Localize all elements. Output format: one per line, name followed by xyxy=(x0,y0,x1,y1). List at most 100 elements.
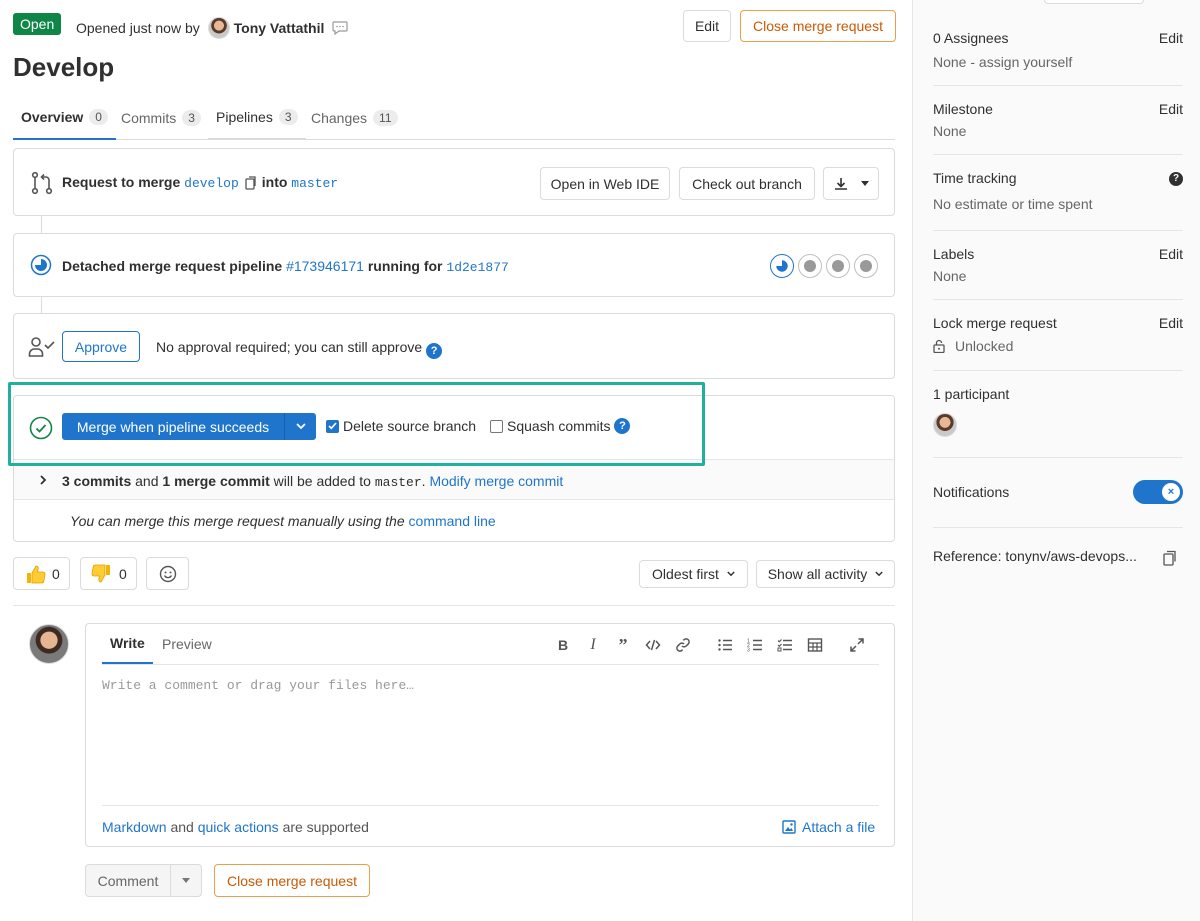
commits-summary-row[interactable]: 3 commits and 1 merge commit will be add… xyxy=(14,459,894,500)
stage-created-icon[interactable] xyxy=(826,254,850,278)
sidebar-top-button[interactable] xyxy=(1044,0,1144,4)
approval-message: No approval required; you can still appr… xyxy=(156,339,423,355)
labels-title: Labels xyxy=(933,246,975,262)
code-icon[interactable] xyxy=(644,636,662,654)
markdown-link[interactable]: Markdown xyxy=(102,819,167,835)
merge-when-pipeline-succeeds-button[interactable]: Merge when pipeline succeeds xyxy=(62,413,284,440)
time-tracking-help-icon[interactable]: ? xyxy=(1169,172,1183,186)
command-line-link[interactable]: command line xyxy=(409,513,496,529)
target-branch[interactable]: master xyxy=(291,176,338,191)
target-branch-name: master xyxy=(374,475,422,490)
modify-merge-commit-link[interactable]: Modify merge commit xyxy=(429,473,563,489)
thumbs-down-award[interactable]: 0 xyxy=(80,557,137,590)
manual-merge-text: You can merge this merge request manuall… xyxy=(70,513,496,529)
author-avatar[interactable] xyxy=(207,17,230,39)
lock-value: Unlocked xyxy=(933,338,1013,354)
tab-overview-label: Overview xyxy=(21,109,84,125)
comment-editor: Write Preview B I ” 123 Write a comment … xyxy=(85,623,895,847)
tab-commits[interactable]: Commits 3 xyxy=(121,96,201,140)
help-icon[interactable]: ? xyxy=(614,418,631,434)
period: . xyxy=(421,473,426,489)
add-reaction-button[interactable] xyxy=(146,557,189,590)
source-branch[interactable]: develop xyxy=(184,176,239,191)
commit-sha-link[interactable]: 1d2e1877 xyxy=(446,260,508,275)
attach-file-button[interactable]: Attach a file xyxy=(782,819,875,835)
help-icon[interactable]: ? xyxy=(426,343,443,359)
stage-created-icon[interactable] xyxy=(798,254,822,278)
smiley-icon xyxy=(159,565,176,582)
assign-yourself-link[interactable]: None - assign yourself xyxy=(933,54,1072,70)
tab-overview[interactable]: Overview 0 xyxy=(13,96,116,140)
pipeline-running-icon[interactable] xyxy=(30,254,52,276)
checkbox-unchecked-icon[interactable] xyxy=(490,419,503,433)
time-tracking-title: Time tracking xyxy=(933,170,1017,186)
assignees-edit-link[interactable]: Edit xyxy=(1159,30,1183,46)
download-dropdown-button[interactable] xyxy=(823,167,879,200)
sort-order-dropdown[interactable]: Oldest first xyxy=(639,560,748,588)
approve-button[interactable]: Approve xyxy=(62,331,140,362)
tab-commits-label: Commits xyxy=(121,110,177,126)
stage-running-icon[interactable] xyxy=(770,254,794,278)
checkbox-checked-icon[interactable] xyxy=(326,419,339,433)
bullet-list-icon[interactable] xyxy=(716,636,734,654)
squash-commits-checkbox[interactable]: Squash commits? xyxy=(490,418,631,434)
fullscreen-icon[interactable] xyxy=(848,636,866,654)
quote-icon[interactable]: ” xyxy=(614,635,632,655)
comment-bubble-icon xyxy=(332,21,348,35)
tab-pipelines[interactable]: Pipelines 3 xyxy=(208,96,306,140)
comment-type-dropdown[interactable] xyxy=(170,864,202,897)
task-list-icon[interactable] xyxy=(776,636,794,654)
table-icon[interactable] xyxy=(806,636,824,654)
lock-open-icon xyxy=(933,339,945,353)
copy-icon[interactable] xyxy=(245,176,257,190)
italic-icon[interactable]: I xyxy=(584,636,602,654)
lock-edit-link[interactable]: Edit xyxy=(1159,315,1183,331)
lock-title: Lock merge request xyxy=(933,315,1057,331)
copy-icon[interactable] xyxy=(1163,550,1177,566)
author-name[interactable]: Tony Vattathil xyxy=(234,20,325,36)
stage-created-icon[interactable] xyxy=(854,254,878,278)
thumbs-down-icon xyxy=(91,564,110,582)
tab-changes[interactable]: Changes 11 xyxy=(311,96,398,140)
check-circle-icon xyxy=(29,416,53,440)
labels-edit-link[interactable]: Edit xyxy=(1159,246,1183,262)
page-title: Develop xyxy=(13,52,115,82)
approval-user-icon xyxy=(28,337,55,357)
delete-source-branch-checkbox[interactable]: Delete source branch xyxy=(326,418,476,434)
thumbs-up-count: 0 xyxy=(52,565,60,582)
tab-commits-count: 3 xyxy=(182,110,201,126)
current-user-avatar[interactable] xyxy=(29,624,69,664)
close-merge-request-button[interactable]: Close merge request xyxy=(214,864,370,897)
close-icon: × xyxy=(1162,483,1180,501)
attach-file-label: Attach a file xyxy=(802,819,876,835)
thumbs-up-award[interactable]: 0 xyxy=(13,557,70,590)
numbered-list-icon[interactable]: 123 xyxy=(746,636,764,654)
participant-avatar[interactable] xyxy=(933,413,957,437)
pipeline-id-link[interactable]: #173946171 xyxy=(286,258,364,274)
tab-pipelines-count: 3 xyxy=(278,109,298,125)
bold-icon[interactable]: B xyxy=(554,636,572,654)
open-web-ide-button[interactable]: Open in Web IDE xyxy=(540,167,670,200)
close-merge-request-button[interactable]: Close merge request xyxy=(740,10,896,42)
notifications-toggle[interactable]: × xyxy=(1133,480,1183,504)
milestone-edit-link[interactable]: Edit xyxy=(1159,101,1183,117)
tab-preview[interactable]: Preview xyxy=(162,624,212,664)
edit-button[interactable]: Edit xyxy=(683,10,731,42)
commits-and: and xyxy=(135,473,159,489)
comment-textarea[interactable]: Write a comment or drag your files here… xyxy=(102,678,414,693)
activity-filter-dropdown[interactable]: Show all activity xyxy=(756,560,895,588)
tab-write[interactable]: Write xyxy=(102,624,153,664)
check-out-branch-button[interactable]: Check out branch xyxy=(679,167,815,200)
chevron-down-icon xyxy=(182,877,190,883)
sidebar-time-tracking: Time tracking ? No estimate or time spen… xyxy=(933,155,1183,231)
divider xyxy=(102,805,879,806)
chevron-right-icon[interactable] xyxy=(38,473,48,487)
opened-prefix: Opened just now by xyxy=(76,20,200,36)
merge-options-dropdown[interactable] xyxy=(284,413,316,440)
status-badge: Open xyxy=(13,13,62,35)
quick-actions-link[interactable]: quick actions xyxy=(198,819,279,835)
comment-button[interactable]: Comment xyxy=(85,864,171,897)
link-icon[interactable] xyxy=(674,636,692,654)
chevron-down-icon xyxy=(727,571,735,577)
sidebar-milestone: Milestone Edit None xyxy=(933,86,1183,155)
